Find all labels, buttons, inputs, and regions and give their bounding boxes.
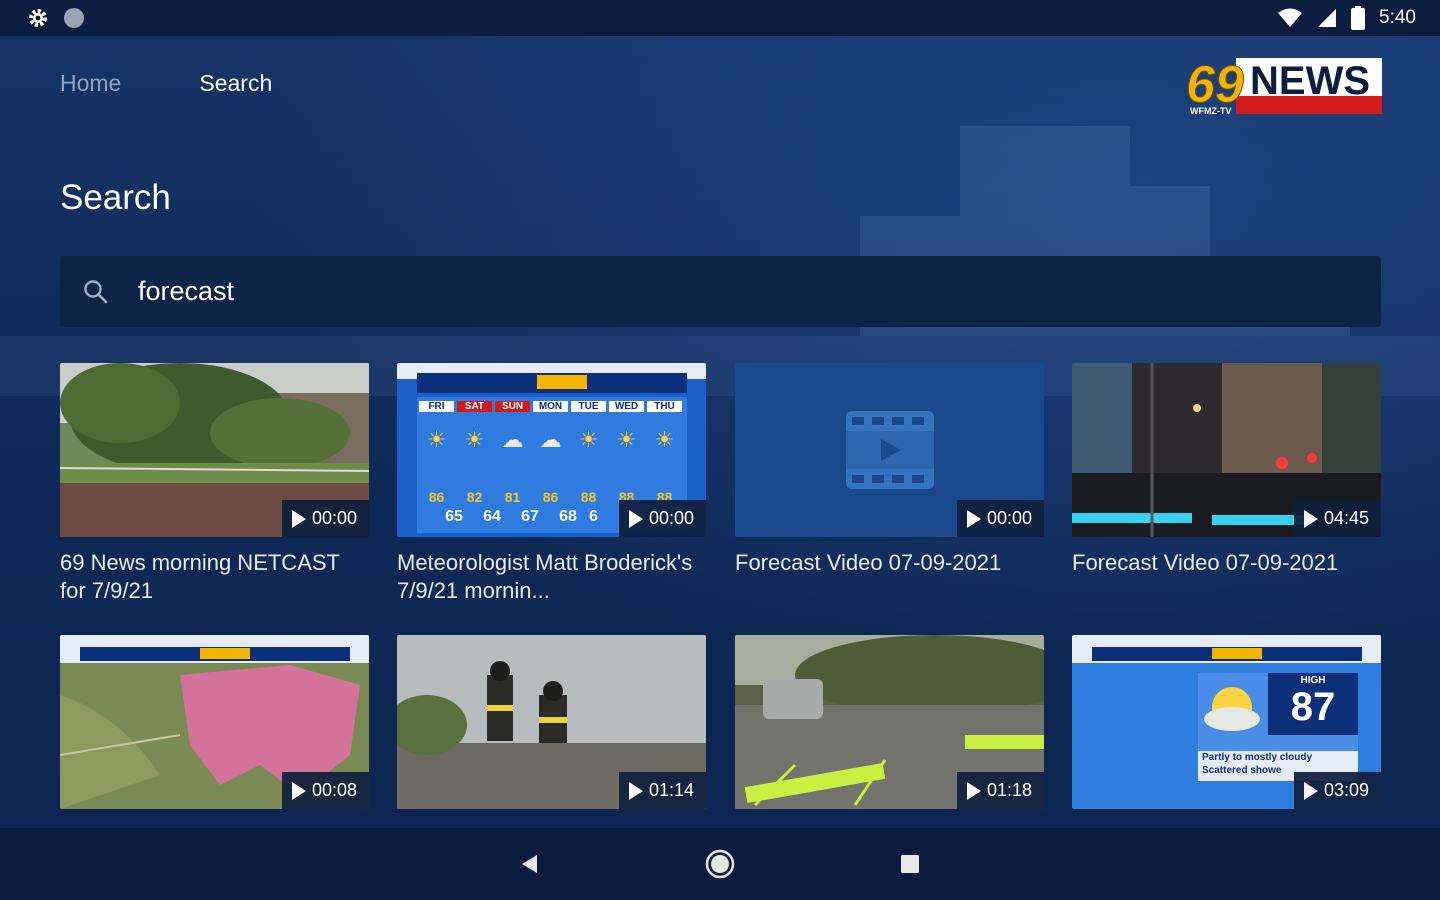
video-thumbnail[interactable]: FRI SAT SUN MON TUE WED THU ☀ ☀ ☁ ☁ ☀ ☀ … <box>397 363 706 537</box>
result-title[interactable]: Forecast Video 07-09-2021 <box>735 549 1044 577</box>
search-bar[interactable] <box>60 256 1381 327</box>
forecast-day-wed: WED <box>609 401 644 412</box>
status-time: 5:40 <box>1379 7 1416 28</box>
play-icon <box>1303 781 1318 800</box>
cloudy-icon: ☁ <box>501 427 524 452</box>
partly-cloudy-icon: ☀ <box>464 427 485 452</box>
recents-button[interactable] <box>890 844 930 884</box>
result-card[interactable]: 04:45 Forecast Video 07-09-2021 <box>1072 363 1381 577</box>
status-bar: 5:40 <box>0 0 1440 36</box>
video-thumbnail[interactable]: 01:18 <box>735 635 1044 809</box>
forecast-day-sat: SAT <box>457 401 492 412</box>
duration-badge: 03:09 <box>1293 772 1381 809</box>
play-icon <box>291 509 306 528</box>
tab-home[interactable]: Home <box>60 70 121 97</box>
tab-search[interactable]: Search <box>199 70 272 97</box>
partly-cloudy-icon: ☀ <box>578 427 599 452</box>
forecast-high: 86 <box>428 489 445 505</box>
duration-text: 03:09 <box>1323 780 1369 800</box>
play-icon <box>628 781 643 800</box>
forecast-low: 68 <box>559 508 577 525</box>
result-title[interactable]: Meteorologist Matt Broderick's 7/9/21 mo… <box>397 549 706 605</box>
duration-badge: 00:00 <box>618 500 706 537</box>
duration-text: 01:14 <box>648 780 694 800</box>
recents-icon <box>901 855 919 873</box>
result-title[interactable]: Forecast Video 07-09-2021 <box>1072 549 1381 577</box>
duration-text: 04:45 <box>1323 508 1369 528</box>
high-caption-2: Scattered showers <box>1202 765 1282 776</box>
forecast-high: 81 <box>504 489 521 505</box>
logo-word: NEWS <box>1250 59 1370 103</box>
forecast-day-fri: FRI <box>419 401 454 412</box>
result-card[interactable]: 00:00 Forecast Video 07-09-2021 <box>735 363 1044 577</box>
result-card[interactable]: 01:14 <box>397 635 706 809</box>
duration-badge: 04:45 <box>1293 500 1381 537</box>
forecast-days: FRI SAT SUN MON TUE WED THU <box>419 401 682 412</box>
search-icon <box>84 279 108 303</box>
high-temp-value: 87 <box>1290 685 1336 729</box>
forecast-day-thu: THU <box>647 401 682 412</box>
play-icon <box>291 781 306 800</box>
duration-text: 00:00 <box>986 508 1032 528</box>
circle-notification-icon <box>64 8 84 28</box>
forecast-low: 64 <box>483 508 501 525</box>
cloudy-icon: ☁ <box>539 427 562 452</box>
forecast-low: 6 <box>589 508 598 525</box>
wifi-icon <box>1278 8 1303 27</box>
play-icon <box>966 781 981 800</box>
signal-icon <box>1318 9 1337 27</box>
partly-cloudy-icon: ☀ <box>616 427 637 452</box>
duration-text: 00:00 <box>311 508 357 528</box>
duration-text: 01:18 <box>986 780 1032 800</box>
top-nav: Home Search <box>60 70 272 97</box>
video-thumbnail[interactable]: 00:00 <box>60 363 369 537</box>
forecast-day-mon: MON <box>533 401 568 412</box>
forecast-lows: 65 64 67 68 6 <box>437 508 609 526</box>
forecast-high: 82 <box>466 489 483 505</box>
play-icon <box>628 509 643 528</box>
gear-icon[interactable] <box>26 6 50 30</box>
forecast-high: 86 <box>542 489 559 505</box>
station-logo: 69 NEWS WFMZ-TV <box>1184 50 1382 120</box>
search-input[interactable] <box>138 276 1318 307</box>
play-icon <box>966 509 981 528</box>
duration-badge: 01:14 <box>618 772 706 809</box>
duration-text: 00:08 <box>311 780 357 800</box>
video-thumbnail[interactable]: HIGH 87 Partly to mostly cloudy Scattere… <box>1072 635 1381 809</box>
result-card[interactable]: HIGH 87 Partly to mostly cloudy Scattere… <box>1072 635 1381 809</box>
duration-badge: 00:08 <box>281 772 369 809</box>
duration-badge: 01:18 <box>956 772 1044 809</box>
partly-cloudy-icon: ☀ <box>426 427 447 452</box>
forecast-high: 88 <box>580 489 597 505</box>
result-card[interactable]: 01:18 <box>735 635 1044 809</box>
video-thumbnail[interactable]: 00:00 <box>735 363 1044 537</box>
logo-callsign: WFMZ-TV <box>1190 106 1231 116</box>
system-nav-bar <box>0 828 1440 900</box>
duration-badge: 00:00 <box>281 500 369 537</box>
video-thumbnail[interactable]: 00:08 <box>60 635 369 809</box>
play-icon <box>1303 509 1318 528</box>
forecast-icons: ☀ ☀ ☁ ☁ ☀ ☀ ☀ <box>419 427 682 457</box>
high-caption-1: Partly to mostly cloudy <box>1202 752 1313 763</box>
home-button[interactable] <box>700 844 740 884</box>
forecast-low: 65 <box>445 508 463 525</box>
result-card[interactable]: 00:08 <box>60 635 369 809</box>
result-card[interactable]: FRI SAT SUN MON TUE WED THU ☀ ☀ ☁ ☁ ☀ ☀ … <box>397 363 706 605</box>
forecast-day-tue: TUE <box>571 401 606 412</box>
home-icon <box>705 849 735 879</box>
video-thumbnail[interactable]: 04:45 <box>1072 363 1381 537</box>
forecast-day-sun: SUN <box>495 401 530 412</box>
duration-badge: 00:00 <box>956 500 1044 537</box>
battery-icon <box>1351 6 1366 30</box>
back-icon <box>522 855 537 873</box>
page-title: Search <box>60 178 171 217</box>
duration-text: 00:00 <box>648 508 694 528</box>
forecast-low: 67 <box>521 508 539 525</box>
result-title[interactable]: 69 News morning NETCAST for 7/9/21 <box>60 549 369 605</box>
partly-cloudy-icon: ☀ <box>654 427 675 452</box>
result-card[interactable]: 00:00 69 News morning NETCAST for 7/9/21 <box>60 363 369 605</box>
video-thumbnail[interactable]: 01:14 <box>397 635 706 809</box>
back-button[interactable] <box>510 844 550 884</box>
